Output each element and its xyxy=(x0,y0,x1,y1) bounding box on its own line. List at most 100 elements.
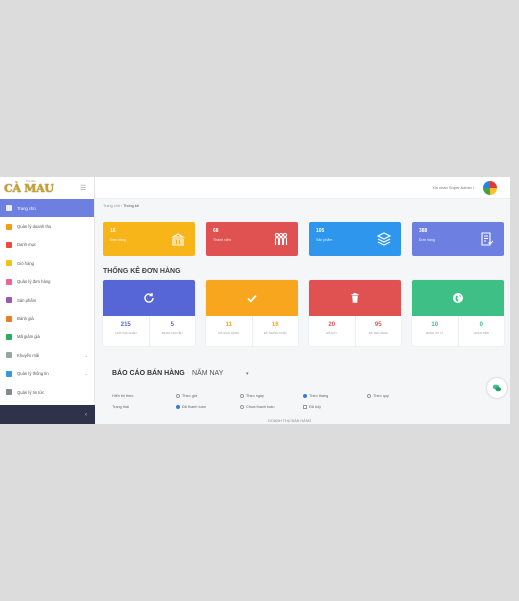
radio-button[interactable] xyxy=(240,394,244,398)
breadcrumb: Trang chủ / Thống kê xyxy=(103,204,139,208)
order-card-delivered[interactable]: 11 ĐÃ GIAO HÀNG 16 ĐÃ THANH TOÁN xyxy=(206,280,298,346)
order-stat-label: HOÀN TIỀN xyxy=(473,331,489,335)
sidebar-item-info[interactable]: Quản lý thông tin ⌄ xyxy=(0,365,94,383)
chevron-left-icon: ‹ xyxy=(85,411,87,418)
check-icon xyxy=(247,294,257,303)
logo-text: CÀ MAU xyxy=(4,181,54,195)
coupon-icon xyxy=(6,333,12,340)
sidebar-item-coupons[interactable]: Mã giảm giá xyxy=(0,328,94,346)
checkbox[interactable] xyxy=(303,405,307,409)
sidebar-item-promotions[interactable]: Khuyến mãi ⌄ xyxy=(0,346,94,364)
radio-by-month[interactable]: Theo tháng xyxy=(303,394,328,398)
sidebar-item-orders[interactable]: Quản lý đơn hàng xyxy=(0,273,94,291)
stat-card-members[interactable]: 68 Thành viên xyxy=(206,222,298,256)
sidebar-item-revenue[interactable]: Quản lý doanh thu xyxy=(0,217,94,235)
stat-card-products[interactable]: 105 Sản phẩm xyxy=(309,222,401,256)
product-icon xyxy=(6,297,12,304)
info-icon xyxy=(6,370,12,377)
document-check-icon xyxy=(481,232,494,246)
sidebar-item-label: Quản lý thông tin xyxy=(17,371,49,377)
radio-button-selected[interactable] xyxy=(303,394,307,398)
order-card-stats: 215 CHỜ XÁC NHẬN 5 ĐANG CHUYỂN xyxy=(103,316,195,346)
stat-card-orders[interactable]: 16 Đơn hàng xyxy=(103,222,195,256)
chevron-down-icon: ⌄ xyxy=(84,371,88,377)
breadcrumb-current: Thống kê xyxy=(123,204,139,208)
order-stat-label: ĐÃ HỦY xyxy=(326,331,338,335)
breadcrumb-home[interactable]: Trang chủ xyxy=(103,204,120,208)
radio-label: Theo tháng xyxy=(309,394,329,398)
category-icon xyxy=(6,241,12,248)
order-stat-value: 16 xyxy=(271,322,279,328)
order-card-pending[interactable]: 215 CHỜ XÁC NHẬN 5 ĐANG CHUYỂN xyxy=(103,280,195,346)
order-stat-value: 10 xyxy=(431,322,439,328)
order-stat: 11 ĐÃ GIAO HÀNG xyxy=(206,316,253,346)
sidebar-item-category[interactable]: Danh mục xyxy=(0,236,94,254)
order-card-stats: 10 ĐANG XỬ LÝ 0 HOÀN TIỀN xyxy=(412,316,504,346)
order-stat-label: ĐÃ GIAO HÀNG xyxy=(218,331,239,335)
stat-card-total-orders[interactable]: 388 Đơn hàng xyxy=(412,222,504,256)
sidebar-item-label: Trang chủ xyxy=(17,205,36,211)
top-bar: Xin chào Super Admin ! xyxy=(95,177,510,199)
radio-button[interactable] xyxy=(367,394,371,398)
radio-unpaid[interactable]: Chưa thanh toán xyxy=(240,405,275,409)
display-by-label: Hiển thị theo xyxy=(112,394,134,398)
layers-icon xyxy=(376,232,392,246)
order-stat-value: 20 xyxy=(328,322,336,328)
order-card-processing[interactable]: 10 ĐANG XỬ LÝ 0 HOÀN TIỀN xyxy=(412,280,504,346)
radio-by-hour[interactable]: Theo giờ xyxy=(176,394,197,398)
sidebar-item-label: Đánh giá xyxy=(17,316,34,322)
avatar[interactable] xyxy=(483,181,497,195)
order-stat-value: 11 xyxy=(225,322,232,328)
chat-button[interactable] xyxy=(487,378,507,398)
radio-paid[interactable]: Đã thanh toán xyxy=(176,405,206,409)
sidebar-item-label: Danh mục xyxy=(17,242,37,248)
sidebar-collapse-button[interactable]: ‹ xyxy=(0,405,95,424)
sidebar-item-label: Mã giảm giá xyxy=(17,334,40,340)
radio-by-quarter[interactable]: Theo quý xyxy=(367,394,389,398)
sidebar-item-reviews[interactable]: Đánh giá xyxy=(0,309,94,327)
order-stat-value: 215 xyxy=(120,322,131,328)
order-card-stats: 11 ĐÃ GIAO HÀNG 16 ĐÃ THANH TOÁN xyxy=(206,316,298,346)
order-stat-label: ĐÃ TRẢ HÀNG xyxy=(368,331,388,335)
app-window: CÀ MAU Tư vấn ☰ Trang chủ Quản lý doanh … xyxy=(0,177,510,424)
cart-icon xyxy=(6,260,12,267)
user-greeting[interactable]: Xin chào Super Admin ! xyxy=(432,185,474,190)
chart-title: DOANH THU BÁN HÀNG xyxy=(268,419,312,423)
breadcrumb-separator: / xyxy=(121,204,123,208)
menu-toggle-icon[interactable]: ☰ xyxy=(80,184,86,192)
status-label: Trạng thái xyxy=(112,405,129,409)
report-period-select[interactable]: NĂM NAY xyxy=(192,370,223,377)
sidebar-item-products[interactable]: Sản phẩm xyxy=(0,291,94,309)
sidebar: CÀ MAU Tư vấn ☰ Trang chủ Quản lý doanh … xyxy=(0,177,95,424)
order-stat-label: ĐANG XỬ LÝ xyxy=(426,331,444,335)
order-card-stats: 20 ĐÃ HỦY 95 ĐÃ TRẢ HÀNG xyxy=(309,316,401,346)
order-stat-label: ĐANG CHUYỂN xyxy=(161,331,183,335)
sidebar-item-home[interactable]: Trang chủ xyxy=(0,199,94,218)
building-icon xyxy=(171,233,185,246)
order-stat: 5 ĐANG CHUYỂN xyxy=(150,316,196,346)
radio-button[interactable] xyxy=(176,394,180,398)
order-stat: 20 ĐÃ HỦY xyxy=(309,316,356,346)
checkbox-cancelled[interactable]: Đã hủy xyxy=(303,405,321,409)
order-stat: 0 HOÀN TIỀN xyxy=(459,316,505,346)
radio-by-day[interactable]: Theo ngày xyxy=(240,394,264,398)
order-stat-label: CHỜ XÁC NHẬN xyxy=(114,331,137,335)
trash-icon xyxy=(351,293,359,303)
radio-button[interactable] xyxy=(240,405,244,409)
sidebar-item-cart[interactable]: Giỏ hàng xyxy=(0,254,94,272)
radio-button-selected[interactable] xyxy=(176,405,180,409)
sidebar-nav: Trang chủ Quản lý doanh thu Danh mục Giỏ… xyxy=(0,199,94,401)
logo[interactable]: CÀ MAU Tư vấn ☰ xyxy=(0,177,94,199)
order-stat: 16 ĐÃ THANH TOÁN xyxy=(253,316,299,346)
order-card-cancelled[interactable]: 20 ĐÃ HỦY 95 ĐÃ TRẢ HÀNG xyxy=(309,280,401,346)
radio-label: Theo ngày xyxy=(246,394,264,398)
radio-label: Đã thanh toán xyxy=(182,405,206,409)
checkbox-label: Đã hủy xyxy=(309,405,322,409)
order-stat: 10 ĐANG XỬ LÝ xyxy=(412,316,459,346)
radio-label: Theo quý xyxy=(373,394,389,398)
sidebar-item-label: Quản lý tin tức xyxy=(17,389,45,395)
home-icon xyxy=(6,205,12,212)
sidebar-item-news[interactable]: Quản lý tin tức xyxy=(0,383,94,401)
chevron-down-icon[interactable]: ▾ xyxy=(246,371,249,377)
order-stat: 95 ĐÃ TRẢ HÀNG xyxy=(356,316,402,346)
